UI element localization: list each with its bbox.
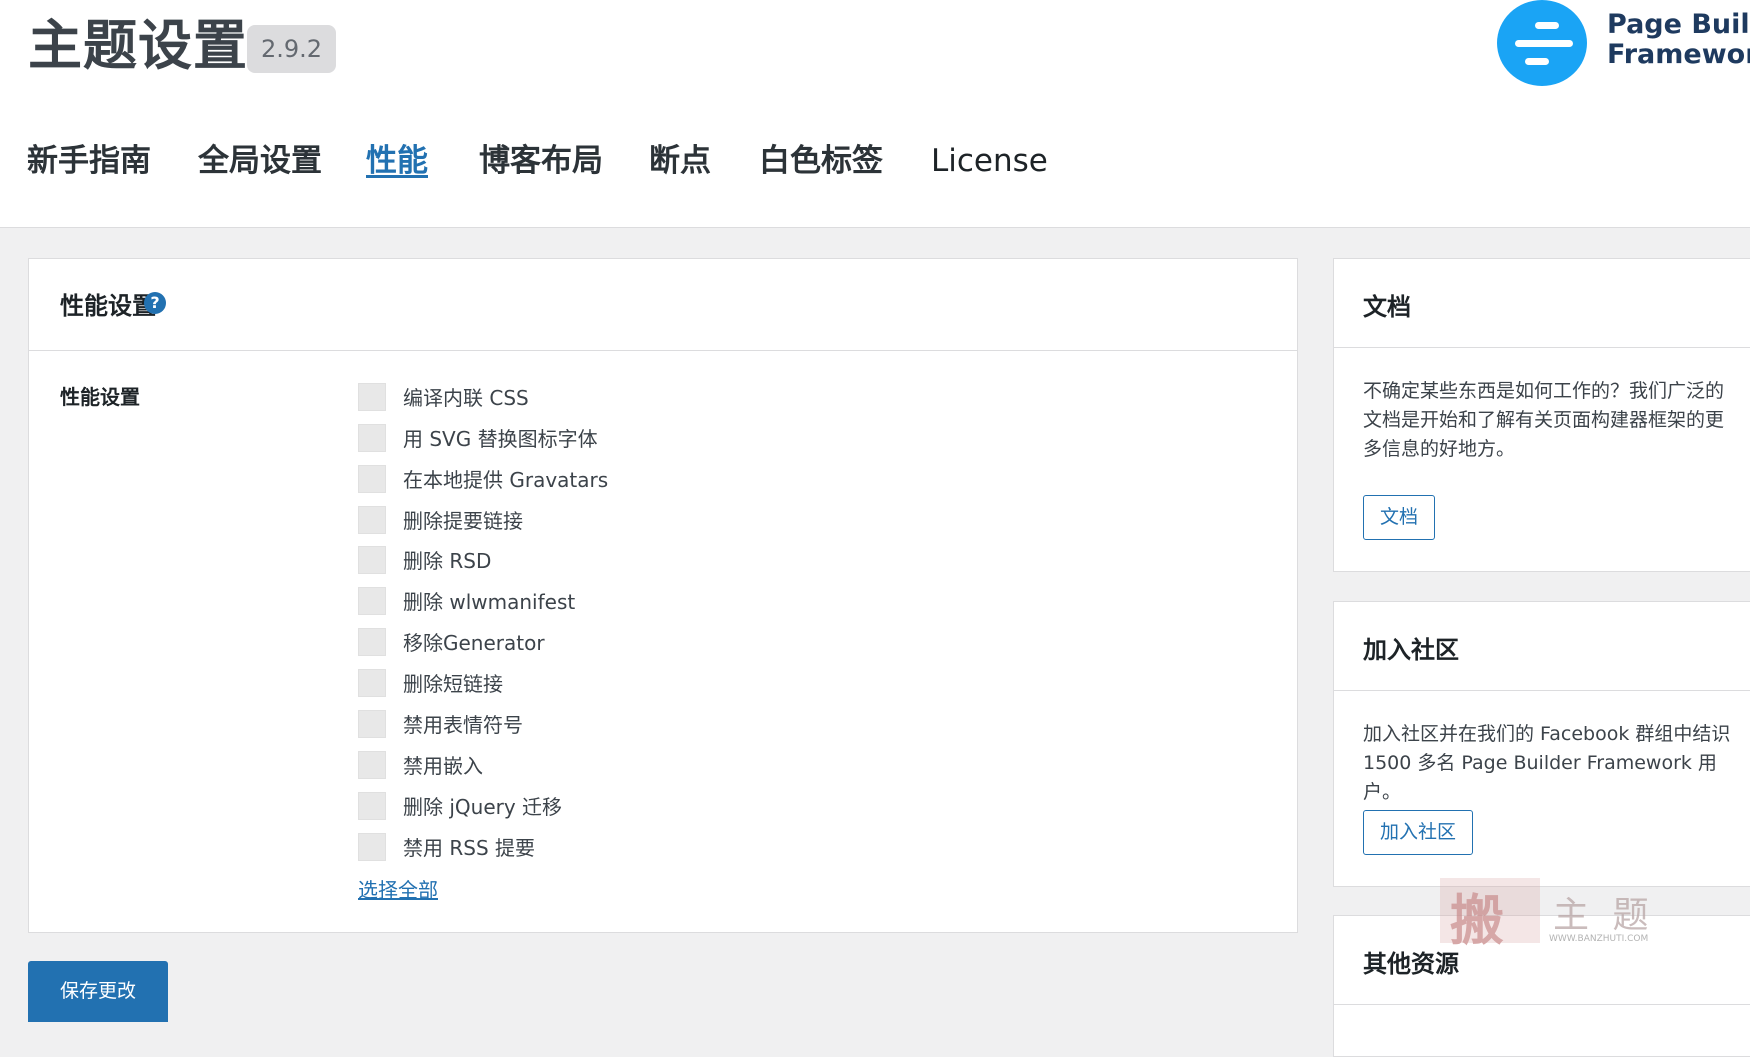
resources-card-title: 其他资源 (1363, 950, 1459, 978)
tab-breakpoints[interactable]: 断点 (649, 138, 711, 184)
tab-white-label[interactable]: 白色标签 (759, 138, 883, 184)
tab-license[interactable]: License (931, 138, 1048, 184)
performance-row-label: 性能设置 (60, 385, 140, 409)
tab-getting-started[interactable]: 新手指南 (27, 138, 151, 184)
select-all-link[interactable]: 选择全部 (358, 874, 438, 903)
docs-card-text: 不确定某些东西是如何工作的？我们广泛的文档是开始和了解有关页面构建器框架的更多信… (1363, 380, 1725, 460)
site-watermark: 搬 主 题 WWW.BANZHUTI.COM (1435, 878, 1665, 952)
header-bar: 主题设置 2.9.2 Page Builder Framework 新手指南 全… (0, 0, 1750, 228)
join-community-button[interactable]: 加入社区 (1363, 810, 1473, 855)
help-icon[interactable]: ? (144, 292, 166, 314)
community-card-title: 加入社区 (1363, 636, 1459, 664)
community-card: 加入社区 加入社区并在我们的 Facebook 群组中结识 1500 多名 Pa… (1333, 601, 1750, 887)
checkbox[interactable] (358, 669, 386, 697)
checkbox[interactable] (358, 506, 386, 534)
performance-card-title: 性能设置 (60, 292, 156, 320)
logo-text: Page Builder Framework (1607, 10, 1750, 70)
community-card-text: 加入社区并在我们的 Facebook 群组中结识 1500 多名 Page Bu… (1363, 723, 1731, 803)
page-title: 主题设置 (28, 14, 248, 77)
checkbox[interactable] (358, 587, 386, 615)
checkbox[interactable] (358, 465, 386, 493)
docs-card: 文档 不确定某些东西是如何工作的？我们广泛的文档是开始和了解有关页面构建器框架的… (1333, 258, 1750, 572)
checkbox[interactable] (358, 792, 386, 820)
docs-button[interactable]: 文档 (1363, 495, 1435, 540)
logo-icon (1497, 0, 1587, 86)
version-badge: 2.9.2 (247, 25, 336, 73)
checkbox[interactable] (358, 424, 386, 452)
docs-card-title: 文档 (1363, 293, 1411, 321)
performance-card (28, 258, 1298, 933)
checkbox[interactable] (358, 833, 386, 861)
checkbox[interactable] (358, 628, 386, 656)
checkbox[interactable] (358, 383, 386, 411)
save-changes-button[interactable]: 保存更改 (28, 961, 168, 1022)
checkbox[interactable] (358, 710, 386, 738)
brand-logo: Page Builder Framework (1497, 0, 1750, 86)
tab-global-settings[interactable]: 全局设置 (198, 138, 322, 184)
tab-blog-layout[interactable]: 博客布局 (479, 138, 603, 184)
tab-performance[interactable]: 性能 (366, 138, 428, 184)
performance-card-header (29, 259, 1297, 351)
checkbox[interactable] (358, 546, 386, 574)
checkbox[interactable] (358, 751, 386, 779)
